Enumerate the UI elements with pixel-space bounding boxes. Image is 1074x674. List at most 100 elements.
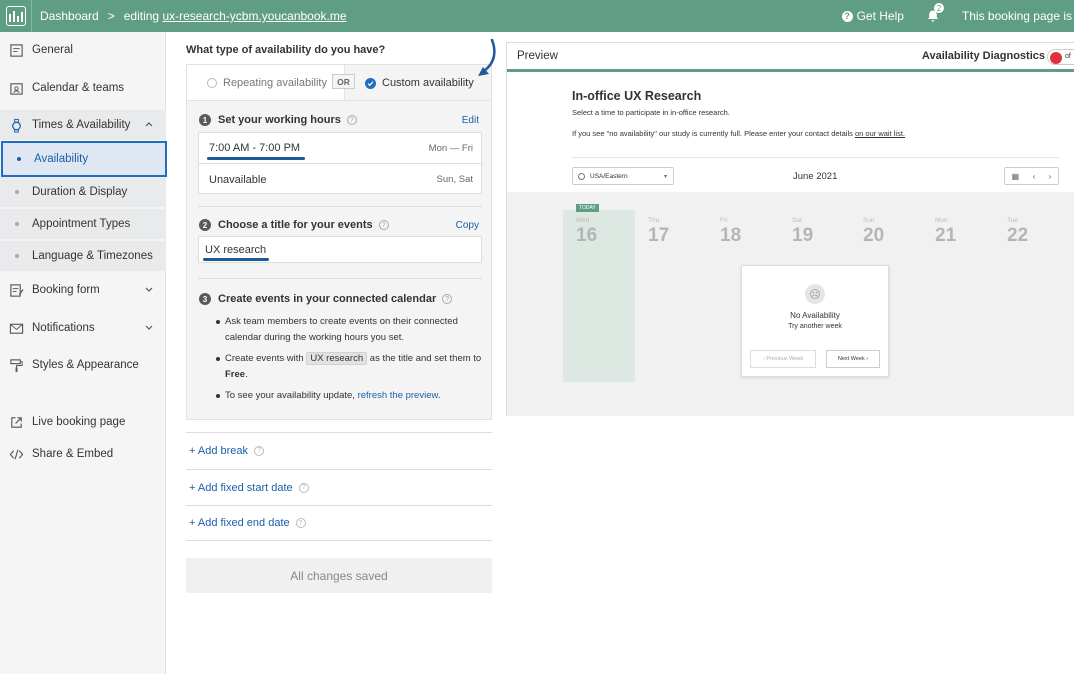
wait-list-link[interactable]: on our wait list. bbox=[855, 129, 905, 138]
help-icon[interactable]: ? bbox=[298, 482, 309, 493]
calendar-icon[interactable]: ▦ bbox=[1012, 172, 1020, 181]
chevron-right-icon[interactable]: › bbox=[1049, 172, 1052, 181]
booking-page-url-link[interactable]: ux-research-ycbm.youcanbook.me bbox=[162, 9, 346, 23]
copy-title-link[interactable]: Copy bbox=[456, 220, 479, 231]
day-column: Fri 18 bbox=[720, 217, 742, 246]
repeating-availability-label: Repeating availability bbox=[223, 77, 327, 89]
radio-unchecked-icon bbox=[207, 78, 217, 88]
refresh-preview-link[interactable]: refresh the preview bbox=[358, 390, 438, 401]
chevron-up-icon bbox=[145, 122, 153, 127]
sidebar-item-availability[interactable]: Availability bbox=[1, 141, 167, 177]
top-bar: Dashboard > editing ux-research-ycbm.you… bbox=[0, 0, 1074, 32]
save-status: All changes saved bbox=[186, 558, 492, 593]
step-1-header: 1 Set your working hours ? bbox=[199, 114, 357, 126]
form-icon bbox=[8, 282, 24, 298]
event-title-value: UX research bbox=[205, 243, 267, 256]
sidebar-item-label: Availability bbox=[34, 153, 89, 165]
help-icon[interactable]: ? bbox=[346, 115, 357, 125]
day-column: Wed 16 bbox=[576, 217, 598, 246]
help-icon[interactable]: ? bbox=[442, 294, 453, 304]
chevron-left-icon[interactable]: ‹ bbox=[1033, 172, 1036, 181]
preview-header: Preview Availability Diagnostics of bbox=[507, 43, 1074, 72]
previous-week-button[interactable]: ‹ Previous Week bbox=[750, 350, 816, 368]
add-start-label: + Add fixed start date bbox=[189, 481, 293, 494]
sidebar-item-times-availability[interactable]: Times & Availability bbox=[0, 110, 166, 140]
hours-time: 7:00 AM - 7:00 PM bbox=[209, 142, 301, 154]
step-title: Create events in your connected calendar bbox=[218, 293, 437, 305]
sidebar-item-general[interactable]: General bbox=[0, 35, 166, 65]
next-week-button[interactable]: Next Week › bbox=[826, 350, 880, 368]
hours-days: Sun, Sat bbox=[436, 174, 473, 185]
breadcrumb-editing-label: editing bbox=[123, 9, 160, 23]
annotation-arrow-icon bbox=[478, 38, 496, 76]
add-end-label: + Add fixed end date bbox=[189, 517, 290, 529]
add-fixed-start-date-button[interactable]: + Add fixed start date ? bbox=[186, 469, 492, 505]
sidebar-item-share-embed[interactable]: Share & Embed bbox=[0, 439, 166, 469]
logo-icon bbox=[5, 6, 26, 26]
month-label: June 2021 bbox=[793, 171, 838, 182]
breadcrumb-dashboard[interactable]: Dashboard bbox=[40, 9, 99, 23]
sidebar-item-appointment-types[interactable]: Appointment Types bbox=[0, 209, 166, 239]
diagnostics-toggle[interactable]: of bbox=[1047, 49, 1074, 65]
sidebar-item-styles-appearance[interactable]: Styles & Appearance bbox=[0, 350, 166, 380]
day-column: Sat 19 bbox=[792, 217, 814, 246]
step-title: Set your working hours bbox=[218, 114, 341, 126]
sidebar-item-label: Times & Availability bbox=[32, 119, 131, 131]
booking-note: If you see "no availability" our study i… bbox=[572, 129, 906, 138]
bullet-dot bbox=[17, 157, 21, 161]
sidebar-item-duration-display[interactable]: Duration & Display bbox=[0, 177, 166, 207]
availability-type-question: What type of availability do you have? bbox=[186, 44, 386, 56]
or-badge: OR bbox=[332, 74, 355, 89]
sidebar-item-language-timezones[interactable]: Language & Timezones bbox=[0, 241, 166, 271]
notifications-button[interactable]: 2 bbox=[926, 3, 944, 23]
day-column: Thu 17 bbox=[648, 217, 670, 246]
availability-settings: What type of availability do you have? R… bbox=[166, 32, 506, 674]
help-icon[interactable]: ? bbox=[378, 220, 389, 230]
help-icon[interactable]: ? bbox=[295, 518, 306, 528]
booking-status-text: This booking page is bbox=[961, 9, 1072, 23]
edit-hours-link[interactable]: Edit bbox=[462, 115, 479, 126]
sad-face-icon: ☹ bbox=[805, 284, 825, 304]
app-logo[interactable] bbox=[0, 0, 32, 32]
help-icon[interactable]: ? bbox=[254, 445, 265, 456]
sidebar-item-label: Share & Embed bbox=[32, 448, 114, 460]
sidebar-item-label: Booking form bbox=[32, 284, 100, 296]
sidebar-item-live-booking-page[interactable]: Live booking page bbox=[0, 407, 166, 437]
instruction-item: Ask team members to create events on the… bbox=[215, 314, 483, 346]
bullet-dot bbox=[15, 222, 19, 226]
sidebar-item-notifications[interactable]: Notifications bbox=[0, 313, 166, 343]
watch-icon bbox=[8, 117, 24, 133]
timezone-select[interactable]: USA/Eastern ▾ bbox=[572, 167, 674, 185]
preview-panel: Preview Availability Diagnostics of In-o… bbox=[506, 42, 1074, 416]
divider bbox=[572, 157, 1059, 158]
today-badge: TODAY bbox=[576, 204, 599, 212]
step-2-header: 2 Choose a title for your events ? bbox=[199, 219, 389, 231]
add-fixed-end-date-button[interactable]: + Add fixed end date ? bbox=[186, 505, 492, 541]
sidebar-item-calendar-teams[interactable]: Calendar & teams bbox=[0, 73, 166, 103]
booking-subtitle: Select a time to participate in in-offic… bbox=[572, 108, 730, 117]
sidebar-item-label: Notifications bbox=[32, 322, 95, 334]
working-hours-box[interactable]: 7:00 AM - 7:00 PM Mon — Fri Unavailable … bbox=[198, 132, 483, 194]
hours-days: Mon — Fri bbox=[428, 142, 473, 154]
sidebar-item-booking-form[interactable]: Booking form bbox=[0, 275, 166, 305]
custom-availability-option[interactable]: Custom availability bbox=[365, 65, 474, 101]
instruction-item: Create events with UX research as the ti… bbox=[215, 351, 483, 383]
custom-availability-panel: 1 Set your working hours ? Edit 7:00 AM … bbox=[186, 100, 492, 420]
repeating-availability-option[interactable]: Repeating availability bbox=[187, 65, 345, 101]
help-icon: ? bbox=[841, 10, 853, 22]
highlight-underline bbox=[203, 258, 269, 261]
calendar-teams-icon bbox=[8, 80, 24, 96]
get-help-button[interactable]: ? Get Help bbox=[841, 9, 904, 23]
bullet-dot bbox=[15, 190, 19, 194]
instructions-list: Ask team members to create events on the… bbox=[215, 314, 483, 409]
external-link-icon bbox=[8, 414, 24, 430]
add-break-button[interactable]: + Add break ? bbox=[186, 432, 492, 468]
step-3-header: 3 Create events in your connected calend… bbox=[199, 293, 453, 305]
event-title-code: UX research bbox=[306, 352, 368, 365]
toggle-knob bbox=[1050, 52, 1062, 64]
highlight-underline bbox=[207, 157, 305, 160]
add-break-label: + Add break bbox=[189, 444, 249, 457]
timezone-value: USA/Eastern bbox=[590, 172, 628, 180]
sidebar-item-label: Appointment Types bbox=[32, 218, 131, 230]
sidebar-item-label: Live booking page bbox=[32, 416, 126, 428]
